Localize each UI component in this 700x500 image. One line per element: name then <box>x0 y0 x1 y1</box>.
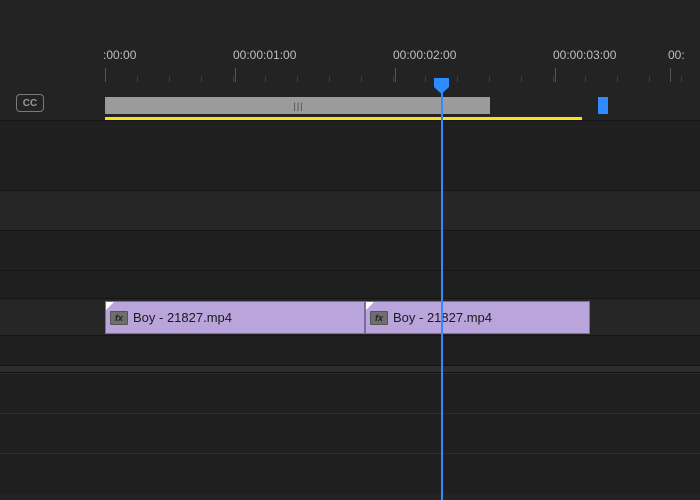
video-track-spacer[interactable] <box>0 270 700 298</box>
video-track-v2[interactable] <box>0 120 700 190</box>
audio-track-a2[interactable] <box>0 413 700 453</box>
video-track-v0[interactable] <box>0 230 700 270</box>
video-clip-track[interactable]: fx Boy - 21827.mp4 fx Boy - 21827.mp4 <box>0 298 700 335</box>
track-spacer <box>0 335 700 365</box>
playhead-handle-icon[interactable] <box>433 78 450 94</box>
time-ruler[interactable]: :00:00 00:00:01:00 00:00:02:00 00:00:03:… <box>105 48 700 88</box>
video-track-v1[interactable] <box>0 190 700 230</box>
ruler-tick-label: 00: <box>668 48 685 62</box>
cc-label: CC <box>23 98 37 109</box>
clip-label: Boy - 21827.mp4 <box>393 310 492 325</box>
audio-video-divider[interactable] <box>0 365 700 373</box>
clip-in-handle-icon <box>106 302 114 310</box>
fx-badge[interactable]: fx <box>370 311 388 325</box>
audio-track-a3[interactable] <box>0 453 700 493</box>
work-area-range[interactable]: ||| <box>105 97 490 114</box>
tracks-area: fx Boy - 21827.mp4 fx Boy - 21827.mp4 <box>0 120 700 500</box>
fx-badge[interactable]: fx <box>110 311 128 325</box>
audio-track-a1[interactable] <box>0 373 700 413</box>
ruler-tick-label: 00:00:01:00 <box>233 48 296 62</box>
video-clip[interactable]: fx Boy - 21827.mp4 <box>365 301 590 334</box>
clip-label: Boy - 21827.mp4 <box>133 310 232 325</box>
ruler-ticks <box>105 68 700 84</box>
video-clip[interactable]: fx Boy - 21827.mp4 <box>105 301 365 334</box>
ruler-labels: :00:00 00:00:01:00 00:00:02:00 00:00:03:… <box>105 48 700 66</box>
clip-in-handle-icon <box>366 302 374 310</box>
captions-toggle[interactable]: CC <box>16 94 44 112</box>
ruler-tick-label: 00:00:02:00 <box>393 48 456 62</box>
work-area-bar[interactable]: ||| <box>105 97 700 114</box>
work-area-out-handle[interactable] <box>598 97 608 114</box>
playhead[interactable] <box>441 84 443 500</box>
grip-icon: ||| <box>293 101 303 111</box>
ruler-tick-label: :00:00 <box>103 48 136 62</box>
timeline-panel: CC :00:00 00:00:01:00 00:00:02:00 00:00:… <box>0 0 700 500</box>
ruler-tick-label: 00:00:03:00 <box>553 48 616 62</box>
